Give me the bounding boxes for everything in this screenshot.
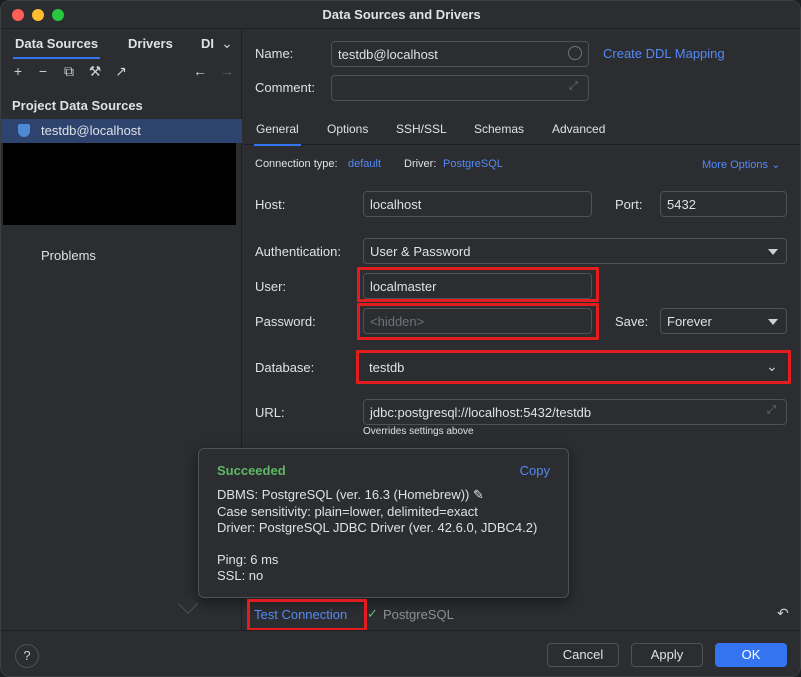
tab-ddl[interactable]: DI bbox=[201, 36, 215, 51]
status-succeeded: Succeeded bbox=[217, 463, 286, 478]
undo-icon[interactable]: ↶ bbox=[777, 605, 789, 622]
case-sensitivity-line: Case sensitivity: plain=lower, delimited… bbox=[217, 504, 478, 519]
driver-status: PostgreSQL bbox=[383, 607, 454, 622]
save-label: Save: bbox=[615, 314, 649, 329]
tab-schemas[interactable]: Schemas bbox=[474, 122, 524, 136]
more-options-label: More Options bbox=[702, 159, 769, 171]
add-icon[interactable]: + bbox=[9, 63, 27, 79]
duplicate-icon[interactable]: ⧉ bbox=[60, 63, 78, 80]
settings-tabs: General Options SSH/SSL Schemas Advanced bbox=[243, 113, 800, 146]
tab-drivers[interactable]: Drivers bbox=[128, 36, 173, 51]
driver-label: Driver: bbox=[404, 158, 437, 170]
connection-type-label: Connection type: bbox=[255, 158, 338, 170]
sidebar-item-testdb[interactable]: testdb@localhost bbox=[1, 119, 242, 143]
cancel-button[interactable]: Cancel bbox=[547, 643, 619, 667]
name-label: Name: bbox=[255, 46, 294, 61]
redacted-area bbox=[3, 143, 236, 225]
dialog-buttons: ? Cancel Apply OK bbox=[1, 630, 800, 676]
external-link-icon[interactable]: ↗ bbox=[112, 63, 130, 80]
dbms-line: DBMS: PostgreSQL (ver. 16.3 (Homebrew)) … bbox=[217, 487, 484, 503]
color-circle-icon[interactable] bbox=[568, 46, 582, 60]
sidebar-toolbar: + − ⧉ ⚒ ↗ ← → bbox=[1, 60, 242, 84]
expand-icon[interactable]: ⤢ bbox=[569, 80, 578, 93]
save-select[interactable]: Forever bbox=[660, 308, 787, 334]
project-data-sources-heading: Project Data Sources bbox=[12, 98, 143, 113]
connection-type-link[interactable]: default bbox=[348, 158, 381, 170]
copy-link[interactable]: Copy bbox=[520, 463, 550, 478]
authentication-label: Authentication: bbox=[255, 244, 342, 259]
test-connection-result-popup: Succeeded Copy DBMS: PostgreSQL (ver. 16… bbox=[198, 448, 569, 598]
tab-advanced[interactable]: Advanced bbox=[552, 122, 605, 136]
highlight-database bbox=[356, 350, 791, 384]
create-ddl-mapping-link[interactable]: Create DDL Mapping bbox=[603, 46, 725, 61]
driver-line: Driver: PostgreSQL JDBC Driver (ver. 42.… bbox=[217, 520, 538, 535]
highlight-password bbox=[357, 303, 599, 340]
host-input[interactable]: localhost bbox=[363, 191, 592, 217]
sidebar-tabs: Data Sources Drivers DI ⌄ bbox=[1, 30, 242, 59]
comment-input[interactable] bbox=[331, 75, 589, 101]
remove-icon[interactable]: − bbox=[34, 63, 52, 79]
highlight-user bbox=[357, 267, 599, 302]
url-input[interactable]: jdbc:postgresql://localhost:5432/testdb bbox=[363, 399, 787, 425]
url-hint: Overrides settings above bbox=[363, 426, 474, 437]
host-label: Host: bbox=[255, 197, 286, 212]
password-label: Password: bbox=[255, 314, 316, 329]
wrench-icon[interactable]: ⚒ bbox=[86, 63, 104, 80]
name-input[interactable]: testdb@localhost bbox=[331, 41, 589, 67]
driver-link[interactable]: PostgreSQL bbox=[443, 158, 503, 170]
highlight-test-connection bbox=[247, 599, 367, 631]
problems-item[interactable]: Problems bbox=[41, 248, 96, 263]
sidebar-item-label: testdb@localhost bbox=[41, 123, 141, 138]
window-title: Data Sources and Drivers bbox=[322, 7, 481, 22]
more-options-link[interactable]: More Options ⌄ bbox=[702, 158, 780, 171]
comment-label: Comment: bbox=[255, 80, 315, 95]
tab-ssh-ssl[interactable]: SSH/SSL bbox=[396, 122, 447, 136]
back-arrow-icon[interactable]: ← bbox=[191, 63, 209, 79]
postgresql-icon bbox=[18, 124, 30, 137]
database-label: Database: bbox=[255, 360, 315, 375]
checkmark-icon: ✓ bbox=[367, 606, 378, 621]
help-button[interactable]: ? bbox=[15, 644, 39, 668]
forward-arrow-icon[interactable]: → bbox=[218, 63, 236, 79]
dbms-text: DBMS: PostgreSQL (ver. 16.3 (Homebrew)) bbox=[217, 487, 470, 502]
url-label: URL: bbox=[255, 405, 285, 420]
chevron-down-icon[interactable]: ⌄ bbox=[218, 35, 236, 52]
tab-data-sources[interactable]: Data Sources bbox=[12, 36, 101, 59]
user-label: User: bbox=[255, 279, 287, 294]
pencil-icon[interactable]: ✎ bbox=[473, 487, 484, 502]
chevron-down-icon: ⌄ bbox=[771, 159, 781, 171]
ok-button[interactable]: OK bbox=[715, 643, 787, 667]
authentication-select[interactable]: User & Password bbox=[363, 238, 787, 264]
apply-button[interactable]: Apply bbox=[631, 643, 703, 667]
data-sources-dialog: Data Sources and Drivers Data Sources Dr… bbox=[0, 0, 801, 677]
title-bar: Data Sources and Drivers bbox=[1, 1, 800, 29]
ssl-line: SSL: no bbox=[217, 568, 264, 583]
tab-options[interactable]: Options bbox=[327, 122, 368, 136]
tab-general[interactable]: General bbox=[254, 122, 301, 146]
port-label: Port: bbox=[615, 197, 643, 212]
expand-icon[interactable]: ⤢ bbox=[767, 404, 776, 417]
ping-line: Ping: 6 ms bbox=[217, 552, 279, 567]
port-input[interactable]: 5432 bbox=[660, 191, 787, 217]
